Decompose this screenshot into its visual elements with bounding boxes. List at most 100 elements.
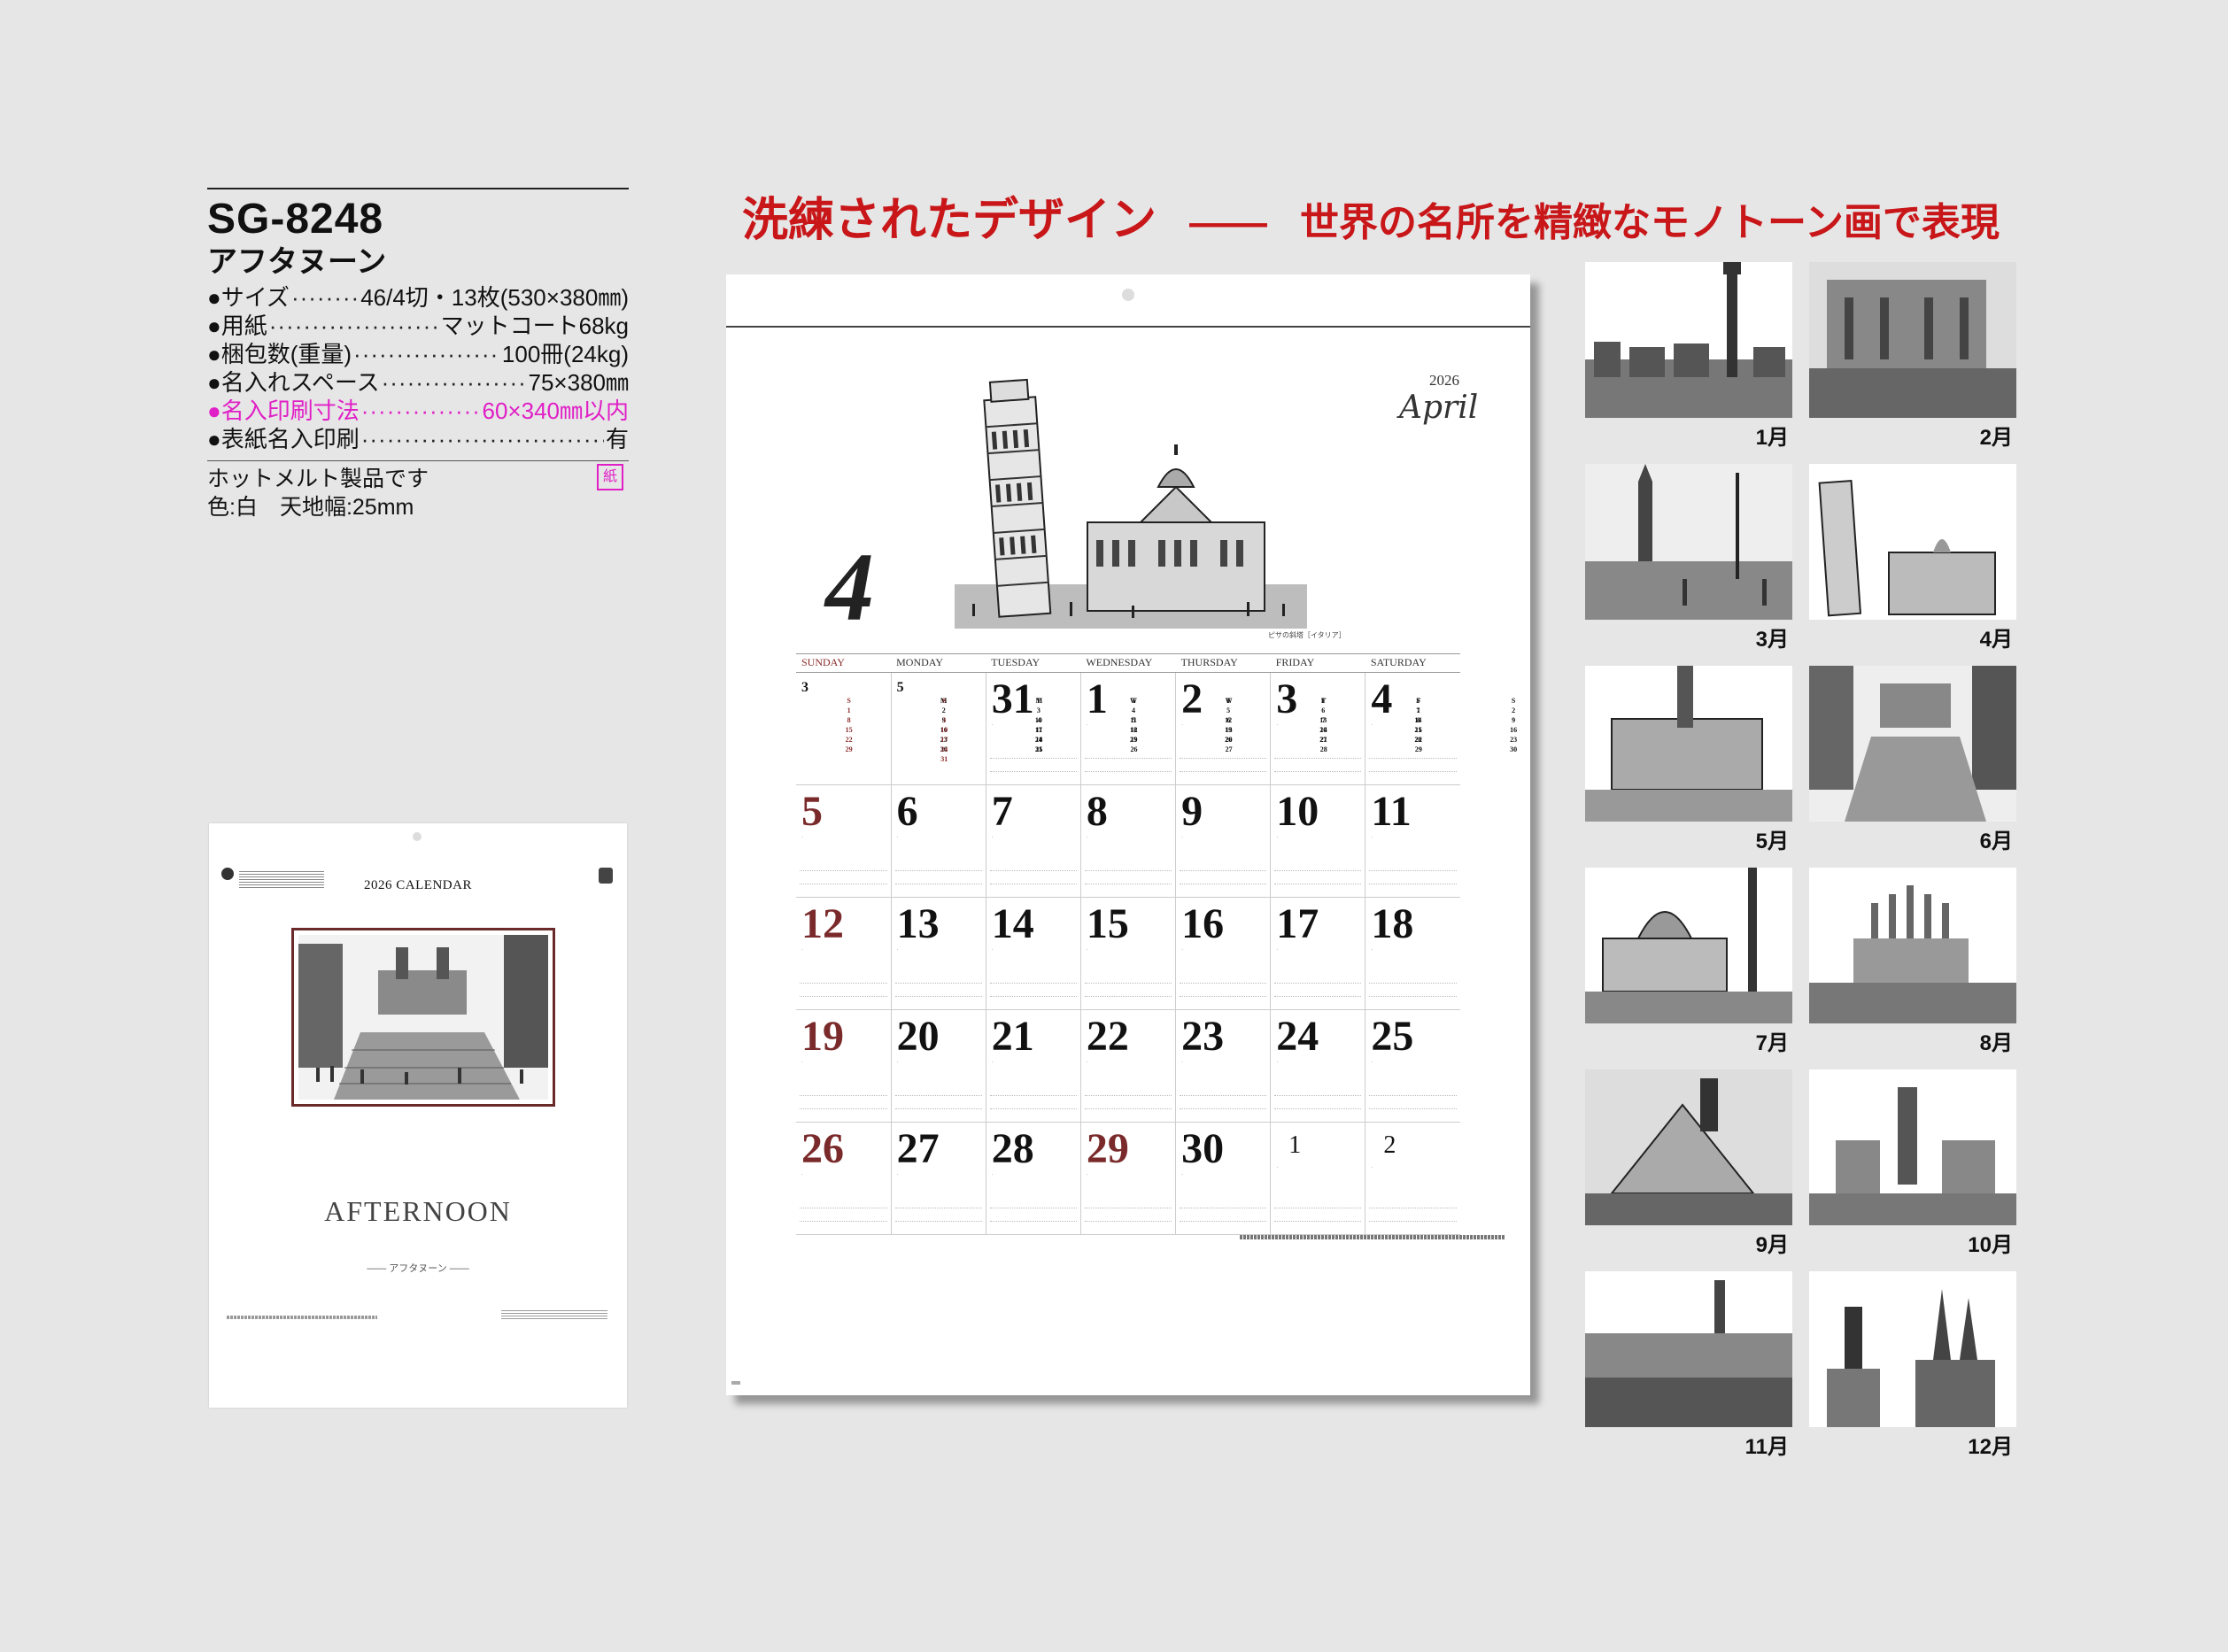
rokuyo-mark-icon: · xyxy=(801,1172,803,1177)
day-cell: 20 · xyxy=(891,1009,986,1123)
day-number: 13 xyxy=(896,900,940,947)
rokuyo-mark-icon: · xyxy=(1276,1060,1279,1065)
headline-main: 洗練されたデザイン xyxy=(742,196,1157,246)
memo-lines xyxy=(1084,758,1172,772)
month-name: April xyxy=(1399,390,1479,426)
day-cell: 16 · xyxy=(1175,897,1272,1010)
headline: 洗練されたデザイン —— 世界の名所を精緻なモノトーン画で表現 xyxy=(742,182,2000,249)
month-thumbnail xyxy=(1809,666,2016,822)
memo-lines xyxy=(1369,983,1457,997)
product-model: SG-8248 xyxy=(207,196,384,243)
day-cell: 3 S M T W T F S 1 2 3 4 5 6 7 8 9 10 11 12 13 14 15 16 17 18 19 20 2… xyxy=(796,672,1421,785)
divider xyxy=(207,460,629,461)
spec-value: 100冊(24kg) xyxy=(501,341,629,367)
dot-leader xyxy=(269,312,439,340)
memo-lines xyxy=(800,1208,887,1222)
day-number: 10 xyxy=(1276,788,1319,835)
spec-item-highlight: ●名入印刷寸法 60×340㎜以内 xyxy=(207,397,629,425)
day-cell: 25 · xyxy=(1365,1009,1460,1123)
mini-day: 3 xyxy=(942,716,947,724)
weekday-label: SUNDAY xyxy=(796,654,892,673)
spec-key: ●梱包数(重量) xyxy=(207,341,352,367)
hanging-hole xyxy=(413,832,422,841)
weekday-label: THURSDAY xyxy=(1175,654,1271,673)
dot-leader xyxy=(382,368,527,397)
memo-lines xyxy=(1180,983,1267,997)
spec-value: 46/4切・13枚(530×380㎜) xyxy=(360,284,629,311)
day-number: 3 xyxy=(1276,675,1298,722)
spec-value: 60×340㎜以内 xyxy=(482,398,629,424)
month-label: 12月 xyxy=(1968,1435,2013,1459)
mini-day: 10 xyxy=(940,726,948,734)
weekday-label: FRIDAY xyxy=(1270,654,1365,673)
day-cell: 11 · xyxy=(1365,784,1460,898)
day-cell: 18 · xyxy=(1365,897,1460,1010)
day-cell: 19 · xyxy=(796,1009,892,1123)
rokuyo-mark-icon: · xyxy=(1371,722,1373,728)
day-number: 18 xyxy=(1371,900,1414,947)
spec-item: ●表紙名入印刷 有 xyxy=(207,425,629,453)
rokuyo-mark-icon: · xyxy=(991,1172,994,1177)
cover-preview: 2026 CALENDAR AFTERNOON —— アフタヌーン —— xyxy=(209,823,627,1408)
day-number: 15 xyxy=(1086,900,1129,947)
dot-leader xyxy=(353,340,500,368)
mini-month: 5 xyxy=(896,680,904,695)
day-number: 20 xyxy=(896,1013,940,1060)
memo-lines xyxy=(1084,1095,1172,1109)
page-mark-icon xyxy=(731,1381,740,1385)
memo-lines xyxy=(1274,1208,1362,1222)
rokuyo-mark-icon: · xyxy=(1086,722,1088,728)
day-cell: 17 · xyxy=(1270,897,1366,1010)
memo-lines xyxy=(989,1095,1077,1109)
month-thumbnail xyxy=(1809,1271,2016,1427)
rokuyo-mark-icon: · xyxy=(896,1172,899,1177)
rokuyo-mark-icon: · xyxy=(1086,1060,1088,1065)
rokuyo-mark-icon: · xyxy=(1086,947,1088,953)
spec-value: マットコート68kg xyxy=(440,313,629,339)
dot-leader xyxy=(291,283,359,312)
day-cell: 12 · xyxy=(796,897,892,1010)
month-thumbnail xyxy=(1809,464,2016,620)
memo-lines xyxy=(1274,983,1362,997)
memo-lines xyxy=(800,870,887,884)
memo-lines xyxy=(1084,1208,1172,1222)
mini-day: 23 xyxy=(1510,736,1518,744)
binding-line xyxy=(726,326,1530,328)
cover-title: AFTERNOON xyxy=(324,1195,512,1227)
month-label: 5月 xyxy=(1755,830,1789,853)
day-cell: 5 S M T W T F S 1 2 3 4 5 6 7 8 9 10 11 12 13 14 15 16 17 18 19 20 2… xyxy=(891,672,1517,785)
mini-day: 22 xyxy=(845,736,853,744)
day-number: 31 xyxy=(991,675,1034,722)
spec-list: ●サイズ 46/4切・13枚(530×380㎜) ●用紙 マットコート68kg ●梱… xyxy=(207,283,629,453)
day-number: 14 xyxy=(991,900,1034,947)
day-number: 6 xyxy=(896,788,918,835)
month-thumbnail xyxy=(1585,666,1792,822)
rokuyo-mark-icon: · xyxy=(801,835,803,840)
rokuyo-mark-icon: · xyxy=(1181,947,1184,953)
landmark-illustration-icon xyxy=(1809,262,2016,418)
day-cell: 21 · xyxy=(986,1009,1081,1123)
month-label: 6月 xyxy=(1979,830,2013,853)
rokuyo-mark-icon: · xyxy=(801,947,803,953)
cover-picture xyxy=(291,928,555,1107)
spec-item: ●サイズ 46/4切・13枚(530×380㎜) xyxy=(207,283,629,312)
calendar-grid: SUNDAY MONDAY TUESDAY WEDNESDAY THURSDAY… xyxy=(796,653,1517,1235)
memo-lines xyxy=(894,870,982,884)
memo-lines xyxy=(989,758,1077,772)
mini-day: 1 xyxy=(847,706,851,714)
day-cell: 2 · xyxy=(1175,672,1272,785)
memo-lines xyxy=(1369,758,1457,772)
mini-calendar: 5 S M T W T F S 1 2 3 4 5 6 7 8 9 10 11 12 13 14 15 16 17 18 19 20 2… xyxy=(896,680,1517,764)
rokuyo-mark-icon: · xyxy=(1276,722,1279,728)
memo-lines xyxy=(894,1095,982,1109)
rokuyo-mark-icon: · xyxy=(991,1060,994,1065)
memo-lines xyxy=(894,983,982,997)
day-cell: 7 · xyxy=(986,784,1081,898)
memo-lines xyxy=(1084,870,1172,884)
day-cell: 31 · xyxy=(986,672,1081,785)
day-number: 22 xyxy=(1086,1013,1129,1060)
day-number: 19 xyxy=(801,1013,844,1060)
spanish-steps-illustration-icon xyxy=(298,935,548,1100)
day-cell: 23 · xyxy=(1175,1009,1272,1123)
hanging-hole xyxy=(1122,289,1134,301)
